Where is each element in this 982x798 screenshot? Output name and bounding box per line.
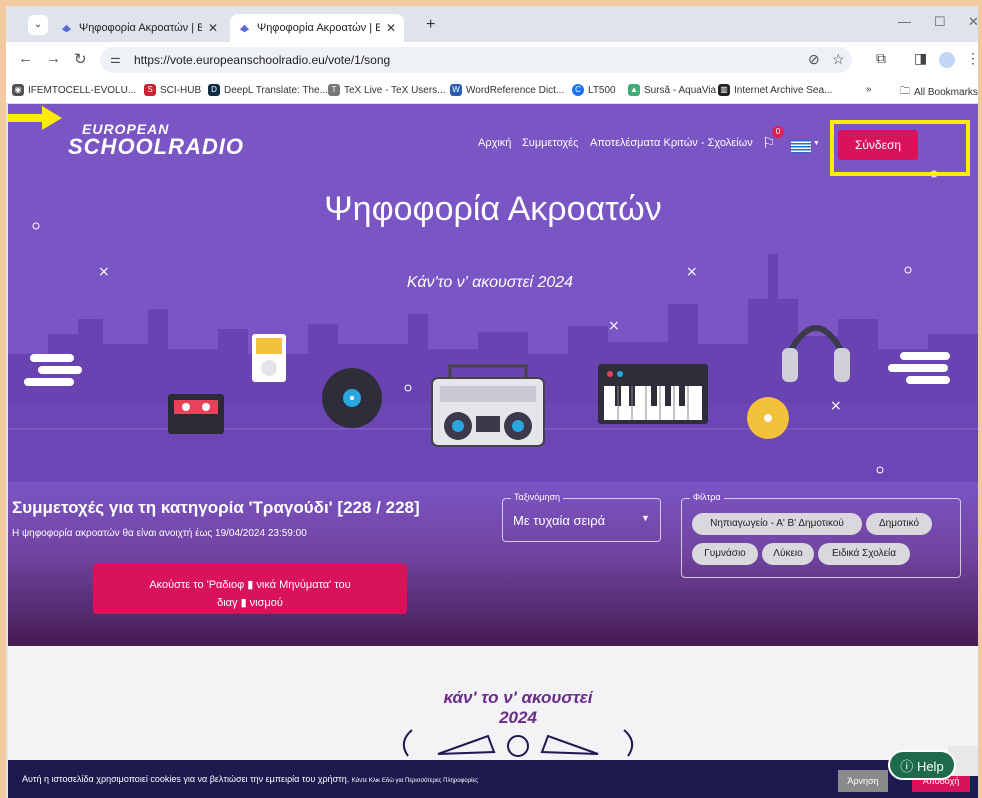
hero-banner: × × × × EUROPEAN SCHOOLRADIO Αρχική Συμμ… xyxy=(8,104,978,482)
filter-chip-primary[interactable]: Δημοτικό xyxy=(866,513,932,535)
menu-icon[interactable]: ⋮ xyxy=(966,50,978,67)
bookmark-item[interactable]: ▥ Internet Archive Sea... xyxy=(718,84,832,96)
scihub-icon: S xyxy=(144,84,156,96)
url-text: https://vote.europeanschoolradio.eu/vote… xyxy=(134,53,391,67)
cookie-text: Αυτή η ιστοσελίδα χρησιμοποιεί cookies γ… xyxy=(22,774,479,784)
nav-home[interactable]: Αρχική xyxy=(478,137,511,149)
bookmark-star-icon[interactable]: ☆ xyxy=(832,51,845,68)
campaign-logo-year: 2024 xyxy=(499,708,537,727)
highlight-arrow-icon xyxy=(8,106,62,130)
tex-icon: T xyxy=(328,84,340,96)
bookmark-item[interactable]: T TeX Live - TeX Users... xyxy=(328,84,446,96)
browser-toolbar: ← → ↻ ⚌ https://vote.europeanschoolradio… xyxy=(6,42,978,78)
deepl-icon: D xyxy=(208,84,220,96)
extensions-icon[interactable]: ⧉ xyxy=(876,50,886,67)
svg-text:×: × xyxy=(830,398,842,414)
page-subtitle: Κάν'το ν' ακουστεί 2024 xyxy=(406,274,574,291)
bookmarks-overflow[interactable]: » xyxy=(866,84,872,95)
cookie-deny-button[interactable]: Άρνηση xyxy=(838,770,888,792)
bookmark-item[interactable]: C LT500 xyxy=(572,84,616,96)
help-button[interactable]: ⓘ Help xyxy=(888,750,956,780)
listen-button-line2: διαγ ▮ νισμού xyxy=(217,596,283,609)
bookmarks-bar: ◉ IFEMTOCELL-EVOLU... S SCI-HUB D DeepL Tra… xyxy=(6,78,978,104)
controls-band: Συμμετοχές για τη κατηγορία 'Τραγούδι' [… xyxy=(8,482,978,646)
web-page: × × × × EUROPEAN SCHOOLRADIO Αρχική Συμμ… xyxy=(8,104,978,798)
cookie-more-link[interactable]: Κάντε Κλικ Εδώ για Περισσότερες Πληροφορ… xyxy=(352,778,478,784)
bookmark-item[interactable]: ◉ IFEMTOCELL-EVOLU... xyxy=(12,84,136,96)
megaphones-icon xyxy=(402,729,634,757)
browser-tab-2[interactable]: Ψηφοφορία Ακροατών | Europ ✕ xyxy=(230,14,404,42)
minimize-icon[interactable]: — xyxy=(898,14,911,29)
bookmark-item[interactable]: S SCI-HUB xyxy=(144,84,201,96)
filter-chip-lyceum[interactable]: Λύκειο xyxy=(762,543,814,565)
eye-off-icon[interactable]: ⊘ xyxy=(808,51,820,68)
filter-chip-special[interactable]: Ειδικά Σχολεία xyxy=(818,543,910,565)
profile-avatar[interactable] xyxy=(939,52,955,68)
cookie-banner: Αυτή η ιστοσελίδα χρησιμοποιεί cookies γ… xyxy=(8,760,978,798)
tab-search-icon[interactable]: ⌄ xyxy=(28,15,48,35)
logo-line-2: SCHOOLRADIO xyxy=(68,134,244,159)
all-bookmarks[interactable]: 🗀 All Bookmarks xyxy=(900,84,978,101)
aquavia-icon: ▲ xyxy=(628,84,640,96)
archive-icon: ▥ xyxy=(718,84,730,96)
filters-group: Φίλτρα Νηπιαγωγείο - Α' Β' Δημοτικού Δημ… xyxy=(681,492,961,578)
lt500-icon: C xyxy=(572,84,584,96)
vote-deadline-note: Η ψηφοφορία ακροατών θα είναι ανοιχτή έω… xyxy=(12,528,307,539)
highlight-box xyxy=(830,120,970,176)
side-panel-icon[interactable]: ◨ xyxy=(914,50,927,67)
tab-title: Ψηφοφορία Ακροατών | Europ xyxy=(79,22,202,34)
notification-bell-icon[interactable]: ⚐ 0 xyxy=(762,126,784,152)
filter-chip-kindergarten[interactable]: Νηπιαγωγείο - Α' Β' Δημοτικού xyxy=(692,513,862,535)
browser-window: ⌄ Ψηφοφορία Ακροατών | Europ ✕ Ψηφοφορία… xyxy=(6,6,978,798)
greek-flag-icon[interactable] xyxy=(791,140,811,153)
help-circle-icon: ⓘ xyxy=(900,759,914,774)
campaign-logo-line1: κάν' το ν' ακουστεί xyxy=(443,688,593,707)
maximize-icon[interactable]: ☐ xyxy=(934,14,946,30)
sort-select[interactable]: Ταξινόμηση Με τυχαία σειρά ▼ xyxy=(502,492,661,542)
browser-tab-1[interactable]: Ψηφοφορία Ακροατών | Europ ✕ xyxy=(52,14,226,42)
sort-label: Ταξινόμηση xyxy=(511,492,563,502)
close-window-icon[interactable]: ✕ xyxy=(968,14,978,30)
campaign-logo: κάν' το ν' ακουστεί 2024 xyxy=(398,688,638,763)
nav-entries[interactable]: Συμμετοχές xyxy=(522,137,578,149)
bookmark-item[interactable]: D DeepL Translate: The... xyxy=(208,84,328,96)
listen-button-line1: Ακούστε το 'Ραδιοφ ▮ νικά Μηνύματα' του xyxy=(149,578,351,591)
listen-messages-button[interactable]: Ακούστε το 'Ραδιοφ ▮ νικά Μηνύματα' του … xyxy=(93,564,407,614)
site-favicon-icon xyxy=(61,24,72,32)
tab-title: Ψηφοφορία Ακροατών | Europ xyxy=(257,22,380,34)
site-logo[interactable]: EUROPEAN SCHOOLRADIO xyxy=(68,122,244,158)
svg-text:×: × xyxy=(608,318,620,334)
filters-label: Φίλτρα xyxy=(690,492,724,502)
forward-icon[interactable]: → xyxy=(46,50,61,67)
bookmark-item[interactable]: ▲ Sursă - AquaVia xyxy=(628,84,716,96)
notification-count: 0 xyxy=(772,126,784,138)
reload-icon[interactable]: ↻ xyxy=(74,50,87,68)
filter-chip-gymnasium[interactable]: Γυμνάσιο xyxy=(692,543,758,565)
page-title: Ψηφοφορία Ακροατών xyxy=(324,190,662,228)
wordreference-icon: W xyxy=(450,84,462,96)
close-tab-icon[interactable]: ✕ xyxy=(208,21,218,35)
close-tab-icon[interactable]: ✕ xyxy=(386,21,396,35)
site-favicon-icon xyxy=(239,24,250,32)
globe-icon: ◉ xyxy=(12,84,24,96)
tab-strip: ⌄ Ψηφοφορία Ακροατών | Europ ✕ Ψηφοφορία… xyxy=(6,6,978,42)
category-title: Συμμετοχές για τη κατηγορία 'Τραγούδι' [… xyxy=(12,498,420,517)
address-bar[interactable]: ⚌ https://vote.europeanschoolradio.eu/vo… xyxy=(100,47,852,73)
bookmark-item[interactable]: W WordReference Dict... xyxy=(450,84,564,96)
nav-results[interactable]: Αποτελέσματα Κριτών - Σχολείων xyxy=(590,137,753,149)
back-icon[interactable]: ← xyxy=(18,50,33,67)
chevron-down-icon: ▼ xyxy=(641,513,650,523)
sort-value: Με τυχαία σειρά xyxy=(513,513,606,528)
new-tab-button[interactable]: + xyxy=(426,16,435,34)
language-chevron-icon[interactable]: ▼ xyxy=(813,140,820,147)
folder-icon: 🗀 xyxy=(900,86,910,97)
site-info-icon[interactable]: ⚌ xyxy=(110,52,121,66)
